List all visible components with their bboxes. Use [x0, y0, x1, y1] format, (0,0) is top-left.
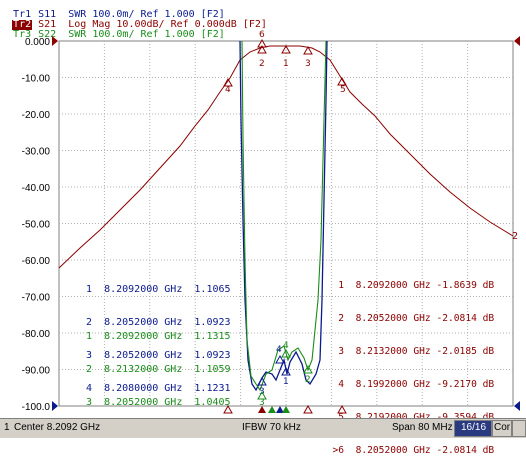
- svg-text:6: 6: [259, 30, 265, 40]
- correction-box[interactable]: Cor: [492, 420, 512, 437]
- s21-marker-5[interactable]: 5: [337, 76, 347, 95]
- s21-marker-row[interactable]: 4 8.1992000 GHz -9.2170 dB: [330, 379, 494, 390]
- bottom-stimulus-markers: [223, 404, 347, 414]
- y-axis-label: -60.00: [22, 256, 51, 267]
- channel-number[interactable]: 1: [4, 422, 10, 433]
- y-axis-label: 0.000: [25, 37, 50, 48]
- s21-marker-row-active[interactable]: >6 8.2052000 GHz -2.0814 dB: [330, 445, 494, 456]
- svg-text:2: 2: [259, 59, 265, 69]
- ref-arrow-s21-right[interactable]: [514, 36, 520, 46]
- s21-marker-6[interactable]: 6: [257, 30, 267, 48]
- s21-marker-2[interactable]: 2: [257, 44, 267, 69]
- s21-marker-row[interactable]: 3 8.2132000 GHz -2.0185 dB: [330, 346, 494, 357]
- y-axis-labels: 0.000 -10.00 -20.00 -30.00 -40.00 -50.00 -60.0…: [22, 37, 51, 413]
- s22-trace: [241, 40, 327, 392]
- y-axis-label: -20.00: [22, 110, 51, 121]
- s21-marker-row[interactable]: 2 8.2052000 GHz -2.0814 dB: [330, 313, 494, 324]
- y-axis-label: -80.00: [22, 329, 51, 340]
- s11-marker-row[interactable]: 1 8.2092000 GHz 1.1065: [86, 284, 231, 295]
- svg-text:3: 3: [305, 59, 311, 69]
- s21-marker-3[interactable]: 3: [303, 45, 313, 69]
- svg-text:1: 1: [283, 377, 289, 387]
- s21-marker-row[interactable]: 1 8.2092000 GHz -1.8639 dB: [330, 280, 494, 291]
- sweep-count-box[interactable]: 16/16: [454, 420, 492, 437]
- y-axis-label: -100.0: [22, 402, 51, 413]
- correction-status: Cor: [494, 422, 511, 433]
- ref-arrow-s11-right[interactable]: [514, 401, 520, 411]
- y-axis-label: -30.00: [22, 147, 51, 158]
- y-axis-label: -40.00: [22, 183, 51, 194]
- y-axis-label: -50.00: [22, 220, 51, 231]
- y-axis-label: -70.00: [22, 293, 51, 304]
- status-end-box: [512, 420, 526, 437]
- s22-marker-row[interactable]: 2 8.2132000 GHz 1.1059: [86, 364, 231, 375]
- s21-trace: [58, 45, 514, 269]
- ifbw[interactable]: IFBW 70 kHz: [242, 422, 301, 433]
- span-frequency[interactable]: Span 80 MHz: [392, 422, 453, 433]
- svg-text:2: 2: [305, 375, 311, 385]
- center-frequency[interactable]: Center 8.2092 GHz: [14, 422, 100, 433]
- y-axis-label: -10.00: [22, 74, 51, 85]
- status-bar: 1 Center 8.2092 GHz IFBW 70 kHz Span 80 …: [0, 418, 526, 438]
- svg-text:4: 4: [225, 85, 231, 95]
- s21-end-label: 2: [512, 231, 518, 242]
- ref-arrow-s21-left[interactable]: [52, 36, 58, 46]
- s21-marker-1[interactable]: 1: [281, 44, 291, 69]
- s11-marker-3[interactable]: 3: [257, 376, 267, 397]
- s22-marker-row[interactable]: 1 8.2092000 GHz 1.1315: [86, 331, 231, 342]
- s22-marker-row[interactable]: 3 8.2052000 GHz 1.0405: [86, 397, 231, 408]
- svg-text:1: 1: [283, 59, 289, 69]
- svg-text:4: 4: [276, 345, 282, 355]
- y-axis-label: -90.00: [22, 366, 51, 377]
- sweep-count: 16/16: [461, 422, 487, 433]
- svg-text:5: 5: [340, 85, 346, 95]
- ref-arrow-s11-left[interactable]: [52, 401, 58, 411]
